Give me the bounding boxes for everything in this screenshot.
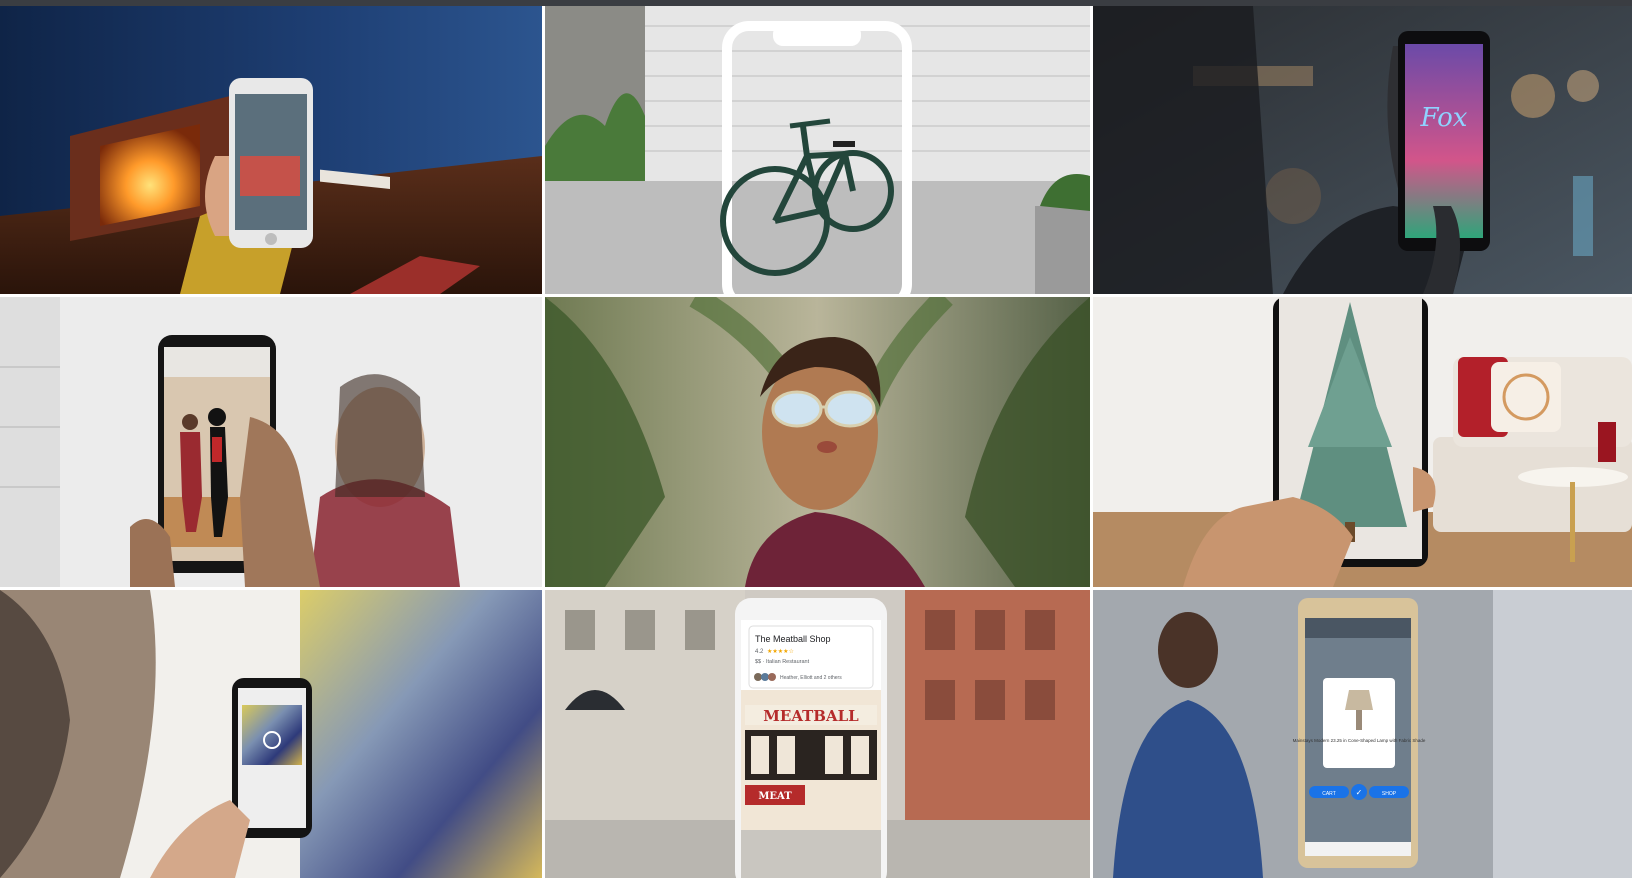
fox-marquee-text: Fox: [1420, 103, 1468, 133]
photo-christmas-tree-ar: [1093, 297, 1632, 587]
place-rating: 4.2: [755, 649, 764, 655]
photo-sunglasses-portrait: [545, 297, 1090, 587]
photo-collage: Fox The Meatball Shop 4.2 ★★★★☆ $$ · Ita…: [0, 6, 1632, 878]
photo-bike-ar: [545, 6, 1090, 294]
photo-spiderman-ar: [0, 297, 542, 587]
lamp-product-text: Mainstays Modern 23.25 in Cone-Shaped La…: [1293, 738, 1426, 743]
rating-stars-icon: ★★★★☆: [767, 648, 794, 655]
photo-fireplace-ar: [0, 6, 542, 294]
photo-store-lamp-ar: Mainstays Modern 23.25 in Cone-Shaped La…: [1093, 590, 1632, 878]
photo-painting-ar: [0, 590, 542, 878]
cart-action: CART: [1322, 791, 1336, 797]
place-title: The Meatball Shop: [755, 634, 831, 644]
check-icon: ✓: [1356, 788, 1363, 797]
meat-awning-text: MEAT: [758, 791, 792, 802]
meatball-sign: MEATBALL: [763, 707, 859, 725]
photo-meatball-shop-ar: The Meatball Shop 4.2 ★★★★☆ $$ · Italian…: [545, 590, 1090, 878]
photo-fox-theatre-ar: Fox: [1093, 6, 1632, 294]
place-friends: Heather, Elliott and 2 others: [780, 675, 842, 681]
shop-action: SHOP: [1382, 791, 1397, 797]
place-category: $$ · Italian Restaurant: [755, 659, 810, 665]
